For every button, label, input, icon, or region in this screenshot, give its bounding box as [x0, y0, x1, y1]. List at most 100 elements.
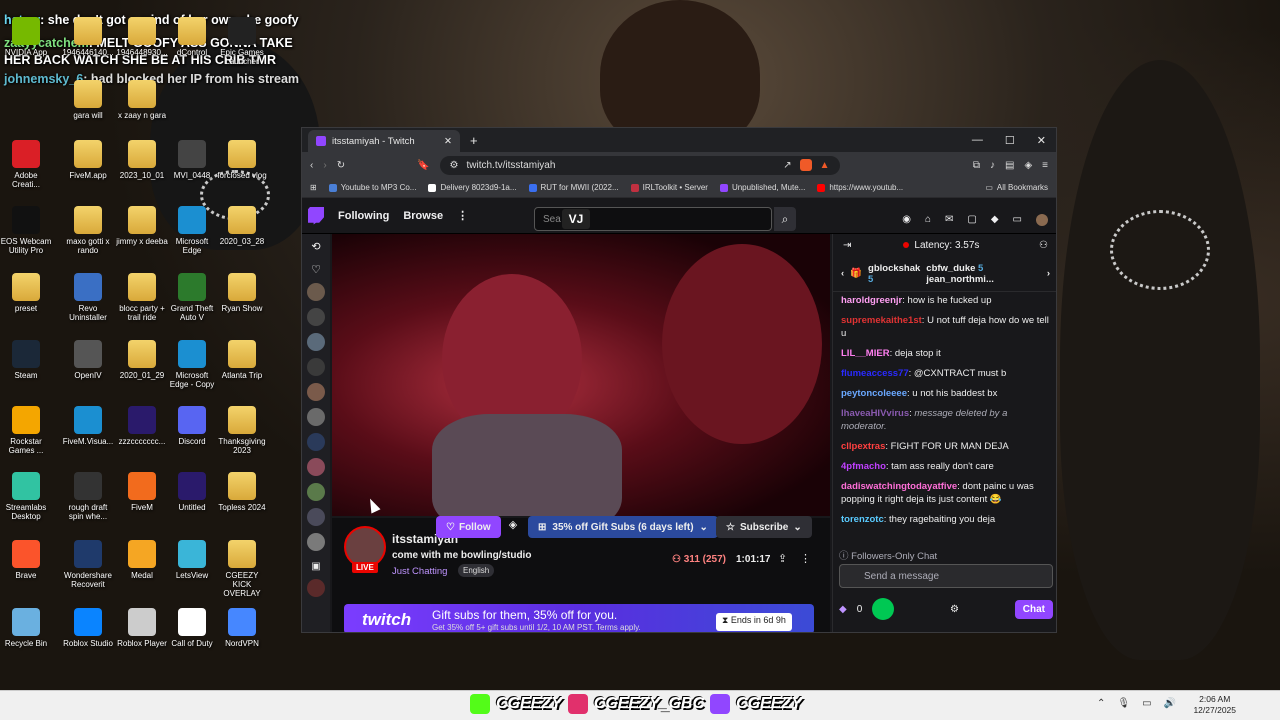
desktop-icon[interactable]: Rockstar Games ... — [0, 406, 52, 455]
desktop-icon[interactable]: Streamlabs Desktop — [0, 472, 52, 521]
maximize-button[interactable]: ☐ — [1005, 134, 1015, 147]
stream-category[interactable]: Just Chatting — [392, 566, 447, 577]
bookmark-item[interactable]: IRLToolkit • Server — [630, 183, 708, 192]
desktop-icon[interactable]: LetsView — [166, 540, 218, 580]
chevron-right-icon[interactable]: › — [1047, 268, 1050, 279]
vpn-icon[interactable]: ◈ — [1024, 160, 1032, 171]
chat-username[interactable]: dadiswatchingtodayatfive — [841, 481, 957, 492]
channel-avatar[interactable] — [307, 533, 325, 551]
desktop-icon[interactable]: MVI_0448 — [166, 140, 218, 180]
camera-icon[interactable]: ▣ — [302, 561, 330, 572]
share-icon[interactable]: ⇪ — [778, 552, 787, 565]
chat-username[interactable]: flumeaccess77 — [841, 368, 909, 379]
desktop-icon[interactable]: OpenIV — [62, 340, 114, 380]
chat-username[interactable]: LIL__MIER — [841, 348, 890, 359]
chat-username[interactable]: cllpextras — [841, 441, 885, 452]
channel-avatar[interactable] — [307, 333, 325, 351]
desktop-icon[interactable]: Untitled — [166, 472, 218, 512]
channel-avatar[interactable] — [307, 458, 325, 476]
desktop-icon[interactable]: Grand Theft Auto V — [166, 273, 218, 322]
prime-icon[interactable]: ▭ — [1013, 214, 1022, 226]
chat-username[interactable]: 4pfmacho — [841, 461, 886, 472]
search-button[interactable]: ⌕ — [774, 207, 796, 231]
desktop-icon[interactable]: x zaay n gara — [116, 80, 168, 120]
whispers-icon[interactable]: ▢ — [967, 214, 976, 226]
inbox-icon[interactable]: ✉ — [945, 214, 953, 226]
bits-icon[interactable]: ◆ — [991, 214, 999, 226]
menu-icon[interactable]: ≡ — [1042, 160, 1048, 171]
desktop-icon[interactable]: forclosed vlog — [216, 140, 268, 180]
chat-username[interactable]: torenzotc — [841, 514, 884, 525]
url-field[interactable]: ⚙ twitch.tv/itsstamiyah ↗ ▲ — [439, 155, 840, 175]
chevron-left-icon[interactable]: ‹ — [841, 268, 844, 279]
site-info-icon[interactable]: ⚙ — [450, 160, 459, 171]
desktop-icon[interactable]: Medal — [116, 540, 168, 580]
desktop-icon[interactable]: Topless 2024 — [216, 472, 268, 512]
desktop-icon[interactable]: FiveM.Visua... — [62, 406, 114, 446]
rewards-icon[interactable] — [872, 598, 895, 620]
channel-avatar[interactable] — [307, 483, 325, 501]
desktop-icon[interactable]: blocc party + trail ride — [116, 273, 168, 322]
desktop-icon[interactable]: Microsoft Edge - Copy — [166, 340, 218, 389]
desktop-icon[interactable]: Discord — [166, 406, 218, 446]
language-tag[interactable]: English — [458, 564, 495, 577]
bookmark-item[interactable]: Youtube to MP3 Co... — [328, 183, 416, 192]
chat-input[interactable]: Send a message — [839, 564, 1053, 588]
extensions-icon[interactable]: ⧉ — [973, 160, 980, 171]
twitch-logo-icon[interactable] — [308, 206, 324, 225]
subscribe-button[interactable]: ☆ Subscribe ⌄ — [716, 516, 812, 538]
chat-send-button[interactable]: Chat — [1014, 599, 1053, 619]
nav-browse[interactable]: Browse — [403, 210, 443, 222]
desktop-icon[interactable]: EOS Webcam Utility Pro — [0, 206, 52, 255]
desktop-icon[interactable]: dControl — [166, 17, 218, 57]
wallet-icon[interactable]: ▤ — [1005, 160, 1014, 171]
back-button[interactable]: ‹ — [310, 160, 313, 171]
channel-avatar[interactable] — [307, 579, 325, 597]
nav-following[interactable]: Following — [338, 210, 389, 222]
chat-username[interactable]: lhaveaHIVvirus — [841, 408, 909, 419]
desktop-icon[interactable]: FiveM.app — [62, 140, 114, 180]
bookmark-icon[interactable]: 🔖 — [417, 160, 429, 171]
channel-points-icon[interactable]: ◆ — [839, 604, 847, 615]
volume-icon[interactable]: 🔊 — [1164, 698, 1176, 709]
desktop-icon[interactable]: Ryan Show — [216, 273, 268, 313]
gift-subs-button[interactable]: ⊞ 35% off Gift Subs (6 days left) ⌄ — [528, 516, 718, 538]
bookmark-item[interactable]: https://www.youtub... — [817, 183, 903, 192]
desktop-icon[interactable]: Thanksgiving 2023 — [216, 406, 268, 455]
minimize-button[interactable]: — — [972, 134, 983, 147]
chevron-up-icon[interactable]: ⌃ — [1097, 698, 1105, 709]
more-options-icon[interactable]: ⋮ — [457, 209, 468, 222]
new-tab-button[interactable]: + — [470, 133, 478, 148]
bits-icon[interactable]: ◈ — [504, 518, 522, 536]
forward-button[interactable]: › — [323, 160, 326, 171]
channel-avatar[interactable] — [307, 408, 325, 426]
apps-icon[interactable]: ⊞ — [310, 183, 317, 192]
desktop-icon[interactable]: Roblox Player — [116, 608, 168, 648]
video-player[interactable] — [332, 234, 830, 516]
desktop-icon[interactable]: Call of Duty — [166, 608, 218, 648]
close-tab-icon[interactable]: ✕ — [444, 136, 452, 147]
drops-icon[interactable]: ⌂ — [925, 214, 931, 226]
desktop-icon[interactable]: Recycle Bin — [0, 608, 52, 648]
bookmark-item[interactable]: RUT for MWII (2022... — [528, 183, 619, 192]
bookmark-item[interactable]: Unpublished, Mute... — [719, 183, 805, 192]
desktop-icon[interactable]: 2020_03_28 — [216, 206, 268, 246]
network-icon[interactable]: ▭ — [1142, 698, 1151, 709]
chat-username[interactable]: supremekaithe1st — [841, 315, 922, 326]
desktop-icon[interactable]: Microsoft Edge — [166, 206, 218, 255]
desktop-icon[interactable]: 1946448930... — [116, 17, 168, 57]
desktop-icon[interactable]: rough draft spin whe... — [62, 472, 114, 521]
chat-username[interactable]: peytoncoleeee — [841, 388, 907, 399]
channel-avatar[interactable] — [307, 508, 325, 526]
desktop-icon[interactable]: FiveM — [116, 472, 168, 512]
follow-button[interactable]: ♡ Follow — [436, 516, 501, 538]
brave-rewards-icon[interactable]: ▲ — [820, 160, 830, 171]
desktop-icon[interactable]: 2023_10_01 — [116, 140, 168, 180]
desktop-icon[interactable]: gara will — [62, 80, 114, 120]
desktop-icon[interactable]: Wondershare Recoverit — [62, 540, 114, 589]
desktop-icon[interactable]: Roblox Studio — [62, 608, 114, 648]
desktop-icon[interactable]: 2020_01_29 — [116, 340, 168, 380]
channel-avatar[interactable] — [307, 433, 325, 451]
chat-settings-icon[interactable]: ⚙ — [950, 604, 959, 615]
desktop-icon[interactable]: Brave — [0, 540, 52, 580]
